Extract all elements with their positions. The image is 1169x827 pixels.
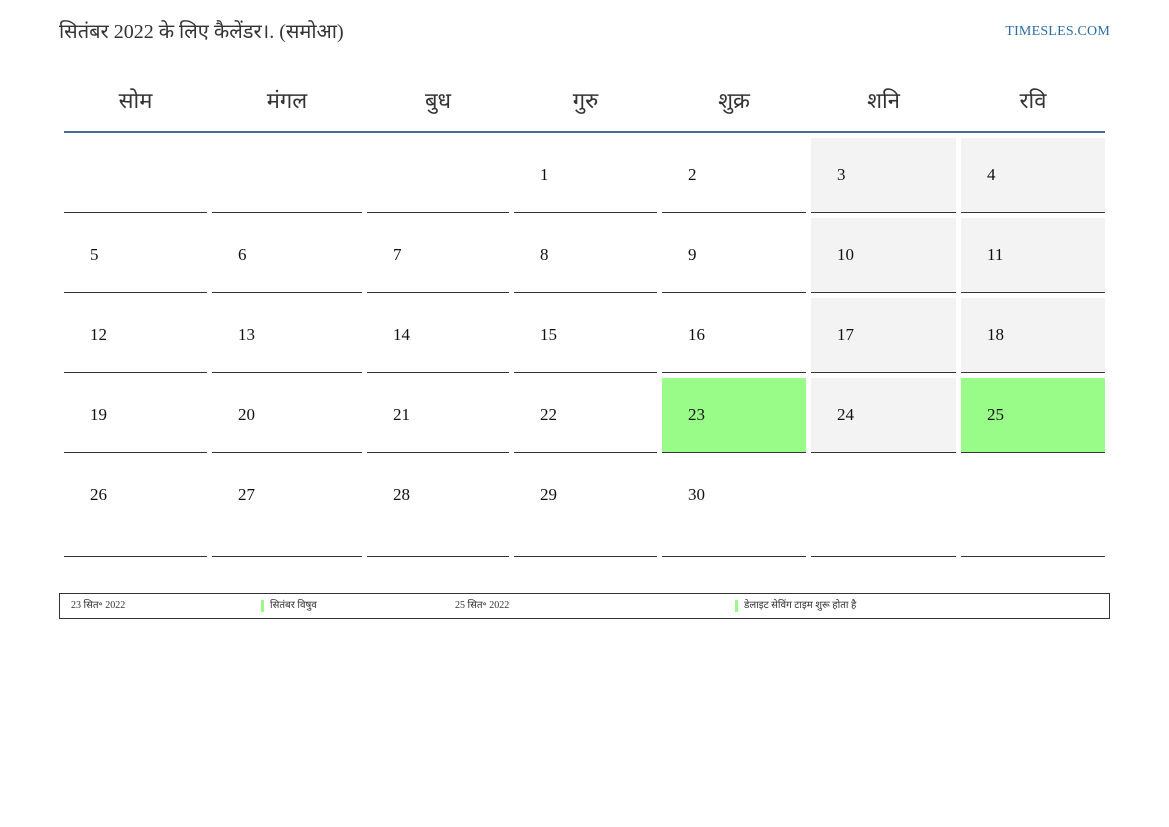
day-cell[interactable] bbox=[64, 138, 207, 213]
day-cell-weekend[interactable]: 11 bbox=[961, 218, 1105, 293]
day-cell[interactable]: 7 bbox=[367, 218, 509, 293]
day-number: 2 bbox=[688, 165, 697, 184]
day-number: 25 bbox=[987, 405, 1004, 424]
day-cell[interactable]: 20 bbox=[212, 378, 362, 453]
day-number: 22 bbox=[540, 405, 557, 424]
day-cell-weekend[interactable]: 4 bbox=[961, 138, 1105, 213]
day-cell[interactable]: 21 bbox=[367, 378, 509, 453]
day-cell[interactable]: 8 bbox=[514, 218, 657, 293]
day-number: 18 bbox=[987, 325, 1004, 344]
day-number: 23 bbox=[688, 405, 705, 424]
day-number: 24 bbox=[837, 405, 854, 424]
day-number: 21 bbox=[393, 405, 410, 424]
weekday-mon: सोम bbox=[118, 87, 153, 113]
day-cell-weekend[interactable]: 24 bbox=[811, 378, 956, 453]
legend-date: 25 सित॰ 2022 bbox=[455, 600, 510, 611]
weekday-thu: गुरु bbox=[572, 87, 599, 113]
day-number: 17 bbox=[837, 325, 854, 344]
day-number: 4 bbox=[987, 165, 996, 184]
day-cell[interactable]: 30 bbox=[662, 458, 806, 557]
day-number: 20 bbox=[238, 405, 255, 424]
day-cell-weekend[interactable]: 3 bbox=[811, 138, 956, 213]
day-cell-weekend[interactable]: 18 bbox=[961, 298, 1105, 373]
day-cell[interactable]: 29 bbox=[514, 458, 657, 557]
day-number: 15 bbox=[540, 325, 557, 344]
day-cell-weekend[interactable]: 17 bbox=[811, 298, 956, 373]
day-cell-weekend[interactable]: 10 bbox=[811, 218, 956, 293]
day-number: 12 bbox=[90, 325, 107, 344]
day-cell-holiday[interactable]: 23 bbox=[662, 378, 806, 453]
day-number: 28 bbox=[393, 485, 410, 504]
day-number: 6 bbox=[238, 245, 247, 264]
day-cell[interactable]: 26 bbox=[64, 458, 207, 557]
day-cell[interactable]: 1 bbox=[514, 138, 657, 213]
day-cell[interactable]: 9 bbox=[662, 218, 806, 293]
day-number: 9 bbox=[688, 245, 697, 264]
day-cell[interactable]: 28 bbox=[367, 458, 509, 557]
day-cell[interactable]: 19 bbox=[64, 378, 207, 453]
day-number: 11 bbox=[987, 245, 1004, 264]
page-title: सितंबर 2022 के लिए कैलेंडर।. (समोआ) bbox=[59, 21, 344, 43]
weekday-sun: रवि bbox=[1019, 87, 1047, 113]
legend-date: 23 सित॰ 2022 bbox=[71, 600, 126, 611]
day-cell-holiday[interactable]: 25 bbox=[961, 378, 1105, 453]
day-number: 30 bbox=[688, 485, 705, 504]
day-cell[interactable]: 16 bbox=[662, 298, 806, 373]
day-number: 5 bbox=[90, 245, 99, 264]
site-link[interactable]: TIMESLES.COM bbox=[1005, 24, 1110, 40]
day-cell[interactable]: 27 bbox=[212, 458, 362, 557]
legend-holiday-name: डेलाइट सेविंग टाइम शुरू होता है bbox=[735, 600, 856, 612]
day-number: 8 bbox=[540, 245, 549, 264]
day-cell-empty bbox=[811, 458, 956, 557]
weekday-tue: मंगल bbox=[266, 87, 308, 113]
day-cell[interactable] bbox=[212, 138, 362, 213]
day-number: 13 bbox=[238, 325, 255, 344]
day-number: 3 bbox=[837, 165, 846, 184]
weekday-sat: शनि bbox=[867, 87, 900, 113]
day-number: 14 bbox=[393, 325, 410, 344]
header-divider bbox=[64, 131, 1105, 133]
holiday-legend: 23 सित॰ 2022 सितंबर विषुव 25 सित॰ 2022 ड… bbox=[59, 593, 1110, 619]
day-number: 16 bbox=[688, 325, 705, 344]
day-cell[interactable]: 13 bbox=[212, 298, 362, 373]
day-number: 19 bbox=[90, 405, 107, 424]
calendar-grid: सोम मंगल बुध गुरु शुक्र शनि रवि 1 2 3 4 … bbox=[64, 68, 1105, 557]
weekday-wed: बुध bbox=[424, 87, 452, 113]
day-cell[interactable]: 22 bbox=[514, 378, 657, 453]
day-number: 29 bbox=[540, 485, 557, 504]
day-cell[interactable]: 6 bbox=[212, 218, 362, 293]
day-number: 27 bbox=[238, 485, 255, 504]
day-number: 1 bbox=[540, 165, 549, 184]
day-cell[interactable]: 5 bbox=[64, 218, 207, 293]
legend-holiday-name: सितंबर विषुव bbox=[261, 600, 317, 612]
day-cell[interactable]: 2 bbox=[662, 138, 806, 213]
day-number: 10 bbox=[837, 245, 854, 264]
day-cell[interactable]: 14 bbox=[367, 298, 509, 373]
weekday-fri: शुक्र bbox=[718, 87, 750, 113]
day-cell[interactable]: 12 bbox=[64, 298, 207, 373]
day-number: 26 bbox=[90, 485, 107, 504]
day-cell[interactable] bbox=[367, 138, 509, 213]
day-cell-empty bbox=[961, 458, 1105, 557]
day-cell[interactable]: 15 bbox=[514, 298, 657, 373]
day-number: 7 bbox=[393, 245, 402, 264]
